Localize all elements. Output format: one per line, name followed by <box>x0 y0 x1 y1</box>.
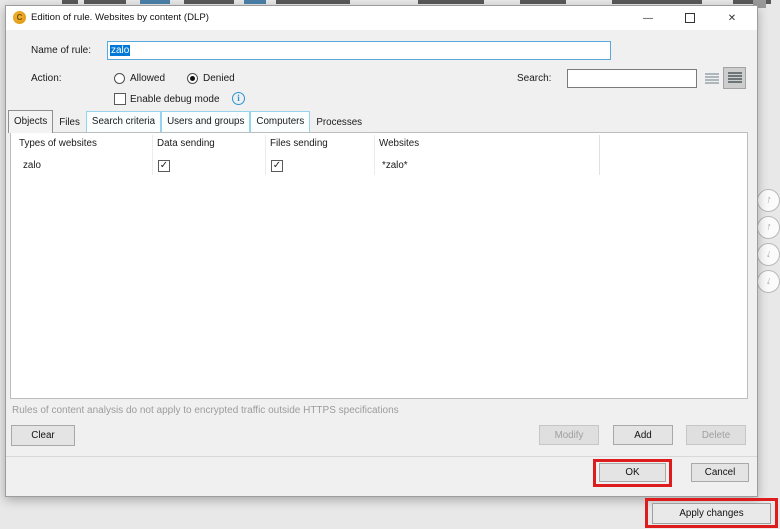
detailed-list-view-icon[interactable] <box>723 67 746 89</box>
move-up-button[interactable]: ↑ <box>757 189 780 212</box>
search-label: Search: <box>517 69 551 88</box>
column-separator <box>265 135 266 175</box>
arrow-down-icon: ↓ <box>763 244 773 265</box>
column-header-files-sending[interactable]: Files sending <box>270 138 328 149</box>
row-type-cell: zalo <box>23 160 41 171</box>
info-icon[interactable]: i <box>232 92 245 105</box>
background-text-fragment <box>244 0 266 4</box>
enable-debug-checkbox[interactable] <box>114 93 126 105</box>
clear-button[interactable]: Clear <box>11 425 75 446</box>
https-note: Rules of content analysis do not apply t… <box>12 401 399 420</box>
background-text-fragment <box>520 0 566 4</box>
tab-objects[interactable]: Objects <box>8 110 53 133</box>
move-down-button[interactable]: ↓ <box>757 270 780 293</box>
apply-changes-button[interactable]: Apply changes <box>652 503 771 524</box>
list-bars-icon <box>728 72 742 84</box>
background-text-fragment <box>84 0 126 4</box>
delete-button[interactable]: Delete <box>686 425 746 445</box>
maximize-icon <box>685 13 695 23</box>
tab-bar: Objects Files Search criteria Users and … <box>8 110 368 133</box>
row-websites-cell: *zalo* <box>382 160 408 171</box>
minimize-icon: — <box>643 13 653 24</box>
modify-button[interactable]: Modify <box>539 425 599 445</box>
action-label: Action: <box>31 69 62 88</box>
enable-debug-label[interactable]: Enable debug mode <box>130 90 220 109</box>
column-separator <box>152 135 153 175</box>
allowed-radio[interactable] <box>114 73 125 84</box>
arrow-up-icon: ↑ <box>763 190 773 211</box>
add-button[interactable]: Add <box>613 425 673 445</box>
rule-name-input[interactable]: zalo <box>107 41 611 60</box>
move-down-button[interactable]: ↓ <box>757 243 780 266</box>
app-logo-icon: C <box>13 11 26 24</box>
close-button[interactable]: ✕ <box>711 6 753 30</box>
tab-users-and-groups[interactable]: Users and groups <box>161 111 250 133</box>
screen: ↑ ↑ ↓ ↓ C Edition of rule. Websites by c… <box>0 0 780 529</box>
column-header-types-of-websites[interactable]: Types of websites <box>19 138 97 149</box>
column-separator <box>599 135 600 175</box>
files-sending-checkbox[interactable] <box>271 160 283 172</box>
arrow-down-icon: ↓ <box>763 271 773 292</box>
tab-computers[interactable]: Computers <box>250 111 310 133</box>
background-text-fragment <box>184 0 234 4</box>
dialog-titlebar[interactable]: C Edition of rule. Websites by content (… <box>6 6 757 30</box>
data-sending-checkbox[interactable] <box>158 160 170 172</box>
rule-name-value: zalo <box>110 45 130 56</box>
dialog-title: Edition of rule. Websites by content (DL… <box>31 6 209 30</box>
cancel-button[interactable]: Cancel <box>691 463 749 482</box>
tab-files[interactable]: Files <box>53 113 86 133</box>
move-up-button[interactable]: ↑ <box>757 216 780 239</box>
tab-processes[interactable]: Processes <box>310 113 368 133</box>
column-header-data-sending[interactable]: Data sending <box>157 138 215 149</box>
background-text-fragment <box>276 0 350 4</box>
name-of-rule-label: Name of rule: <box>31 41 91 60</box>
maximize-button[interactable] <box>669 6 711 30</box>
tab-search-criteria[interactable]: Search criteria <box>86 111 161 133</box>
denied-radio[interactable] <box>187 73 198 84</box>
ok-button[interactable]: OK <box>599 463 666 482</box>
arrow-up-icon: ↑ <box>763 217 773 238</box>
background-text-fragment <box>140 0 170 4</box>
column-header-websites[interactable]: Websites <box>379 138 419 149</box>
websites-table: Types of websites Data sending Files sen… <box>10 132 748 399</box>
close-icon: ✕ <box>728 13 736 24</box>
simple-list-view-icon[interactable] <box>705 73 719 84</box>
column-separator <box>374 135 375 175</box>
search-input[interactable] <box>567 69 697 88</box>
minimize-button[interactable]: — <box>627 6 669 30</box>
edition-of-rule-dialog: C Edition of rule. Websites by content (… <box>5 5 758 497</box>
background-text-fragment <box>62 0 78 4</box>
denied-radio-label[interactable]: Denied <box>203 69 235 88</box>
background-text-fragment <box>418 0 484 4</box>
background-text-fragment <box>612 0 702 4</box>
footer-separator <box>6 456 757 457</box>
allowed-radio-label[interactable]: Allowed <box>130 69 165 88</box>
